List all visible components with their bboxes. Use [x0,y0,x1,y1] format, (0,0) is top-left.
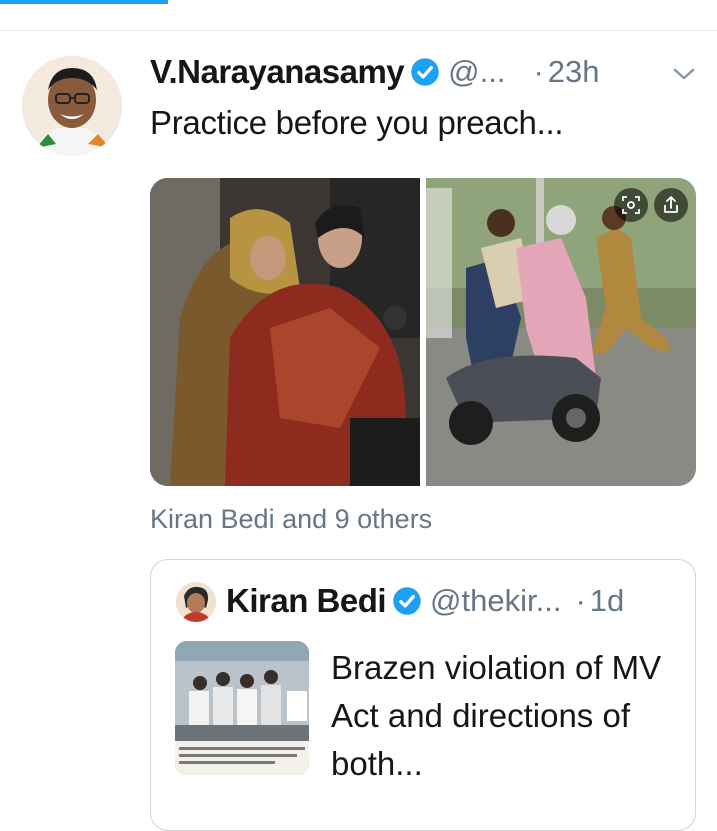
media-actions [614,188,688,222]
quoted-tweet-timestamp[interactable]: 1d [590,583,624,619]
chevron-down-icon[interactable] [672,66,696,82]
liked-by-text[interactable]: Kiran Bedi and 9 others [150,504,432,535]
quoted-tweet-card[interactable]: Kiran Bedi @thekir... · 1d Brazen violat… [150,559,696,831]
author-name[interactable]: V.Narayanasamy [150,53,405,91]
quoted-author-avatar-image [176,582,216,622]
top-tab-bar [0,0,717,31]
share-media-button[interactable] [654,188,688,222]
author-avatar[interactable] [22,56,122,156]
media-photo-left[interactable] [150,178,420,486]
photo-two-women-on-scooter [150,178,420,486]
quoted-tweet-header: Kiran Bedi @thekir... · 1d [226,580,624,622]
active-tab-indicator [0,0,168,4]
media-photo-right[interactable] [426,178,696,486]
author-handle[interactable]: @... [448,54,505,90]
tweet-timestamp[interactable]: 23h [548,54,600,90]
photo-scooter-rider-on-road [426,178,696,486]
author-avatar-image [22,56,122,156]
visual-search-icon [622,196,640,214]
tweet-media[interactable] [150,178,696,486]
time-separator: · [533,54,544,89]
quoted-author-name[interactable]: Kiran Bedi [226,582,387,620]
verified-badge-icon [411,58,439,86]
quoted-tweet-thumbnail[interactable] [175,641,309,775]
quoted-author-handle[interactable]: @thekir... [430,583,561,619]
verified-badge-icon [393,587,421,615]
share-icon [664,196,678,213]
visual-search-button[interactable] [614,188,648,222]
newspaper-clipping-image [175,641,309,775]
quoted-time-separator: · [575,583,586,618]
tweet-text: Practice before you preach... [150,104,564,141]
quoted-author-avatar[interactable] [176,582,216,622]
tweet-header: V.Narayanasamy @... · 23h [150,52,600,92]
quoted-tweet-text: Brazen violation of MV Act and direction… [331,649,662,782]
